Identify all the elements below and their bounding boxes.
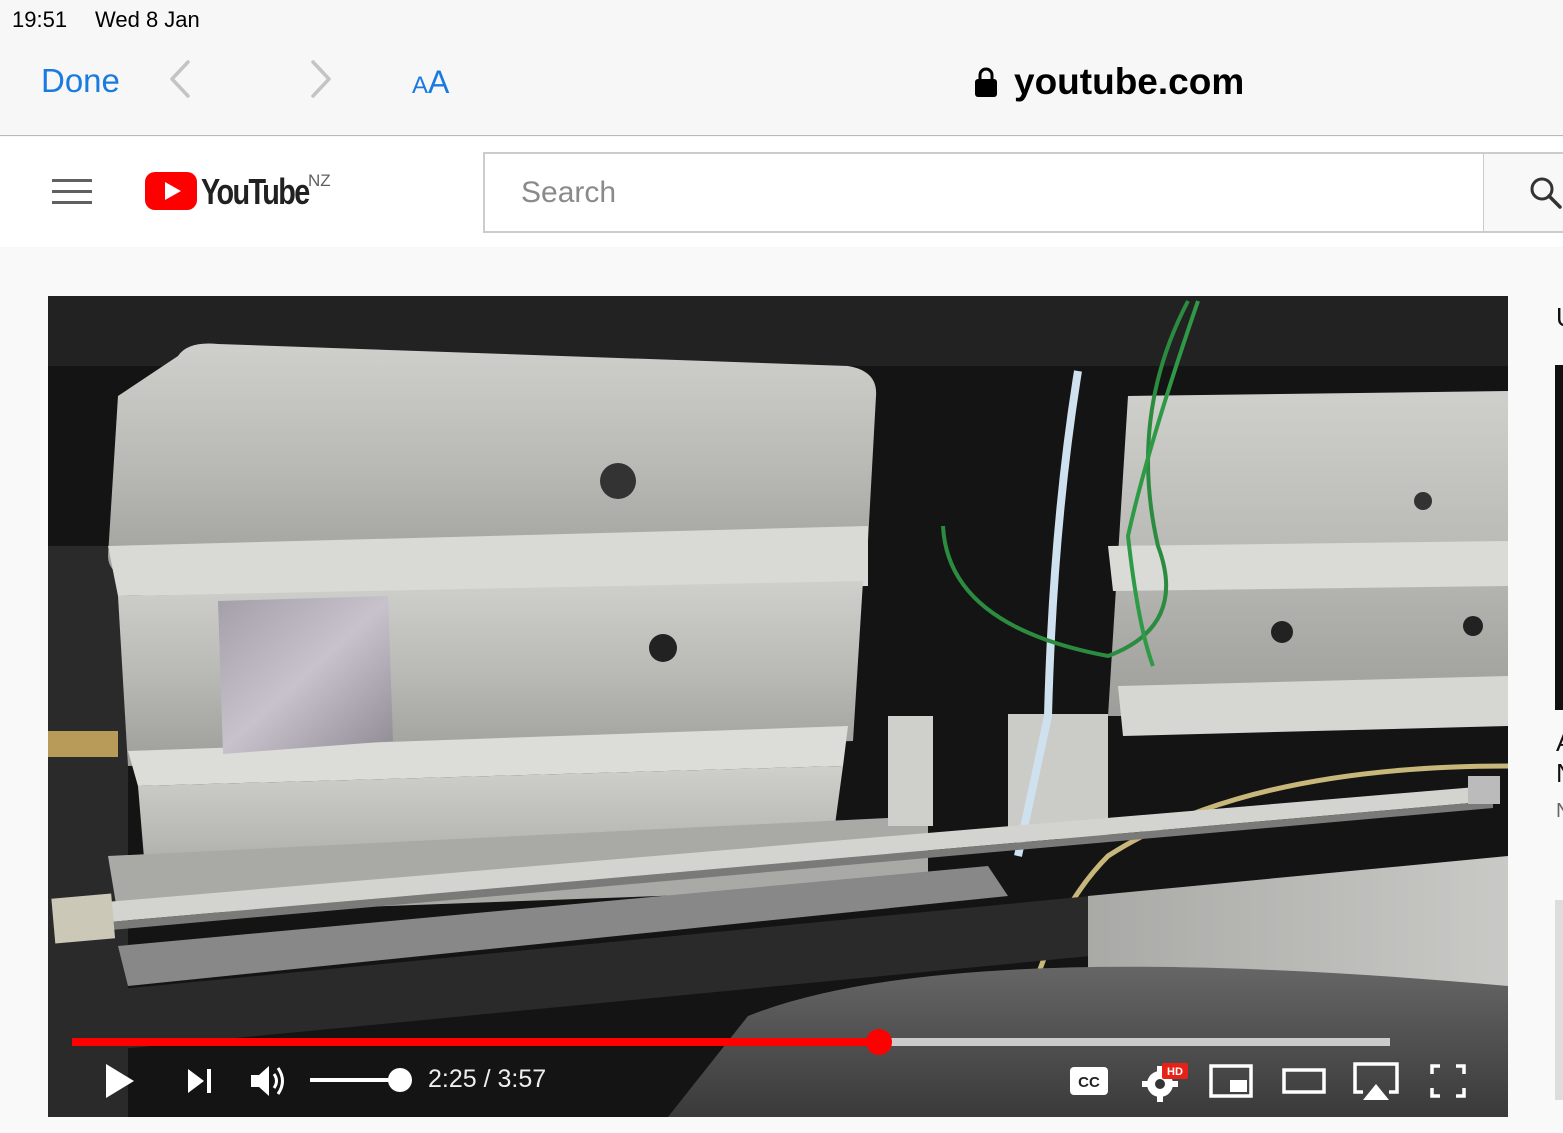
text-size-big-label: A <box>428 64 450 100</box>
search-button[interactable] <box>1484 152 1563 233</box>
captions-label: CC <box>1078 1074 1100 1091</box>
sidebar-peek-thumbnail[interactable] <box>1555 900 1563 1100</box>
url-text: youtube.com <box>1014 61 1245 102</box>
safari-toolbar: Done AA youtube.com <box>0 40 1563 136</box>
youtube-play-logo-icon <box>145 172 197 210</box>
done-button[interactable]: Done <box>41 62 120 100</box>
hd-badge: HD <box>1167 1066 1183 1078</box>
address-display[interactable]: youtube.com <box>974 58 1244 106</box>
back-chevron-icon[interactable] <box>166 58 196 100</box>
fullscreen-icon[interactable] <box>1428 1058 1468 1104</box>
sidebar-peek-char: A <box>1556 727 1563 758</box>
text-size-button[interactable]: AA <box>412 64 449 101</box>
airplay-icon[interactable] <box>1351 1058 1401 1104</box>
next-video-icon[interactable] <box>185 1058 215 1104</box>
video-frame <box>48 296 1508 1117</box>
youtube-header: YouTube NZ <box>0 137 1563 247</box>
sidebar-peek-char: N <box>1556 800 1563 823</box>
progress-bar[interactable] <box>72 1029 1390 1055</box>
text-size-small-label: A <box>412 72 429 99</box>
status-time: 19:51 <box>12 7 68 32</box>
youtube-logo-text: YouTube <box>201 171 310 212</box>
play-icon[interactable] <box>102 1058 136 1104</box>
sidebar-peek-char: N <box>1556 758 1563 789</box>
progress-scrubber[interactable] <box>865 1029 892 1055</box>
captions-icon[interactable]: CC <box>1068 1058 1110 1104</box>
menu-icon[interactable] <box>52 179 92 207</box>
search-input[interactable] <box>521 154 1421 231</box>
progress-played <box>72 1038 879 1046</box>
time-display: 2:25 / 3:57 <box>428 1065 547 1093</box>
volume-knob[interactable] <box>388 1068 412 1092</box>
search-icon <box>1530 177 1562 209</box>
region-label: NZ <box>308 171 331 190</box>
volume-icon[interactable] <box>248 1058 292 1104</box>
sidebar-peek-thumbnail[interactable] <box>1555 365 1563 710</box>
miniplayer-icon[interactable] <box>1208 1058 1254 1104</box>
forward-chevron-icon[interactable] <box>305 58 335 100</box>
sidebar-peek-char: U <box>1556 302 1563 333</box>
lock-icon <box>975 67 997 97</box>
video-player[interactable]: 2:25 / 3:57 CC HD <box>48 296 1508 1117</box>
status-date: Wed 8 Jan <box>95 7 200 32</box>
settings-gear-icon[interactable]: HD <box>1140 1058 1190 1104</box>
search-box[interactable] <box>483 152 1485 233</box>
theater-mode-icon[interactable] <box>1281 1058 1327 1104</box>
status-bar: 19:51 Wed 8 Jan <box>0 0 1563 40</box>
volume-slider[interactable] <box>310 1078 400 1082</box>
